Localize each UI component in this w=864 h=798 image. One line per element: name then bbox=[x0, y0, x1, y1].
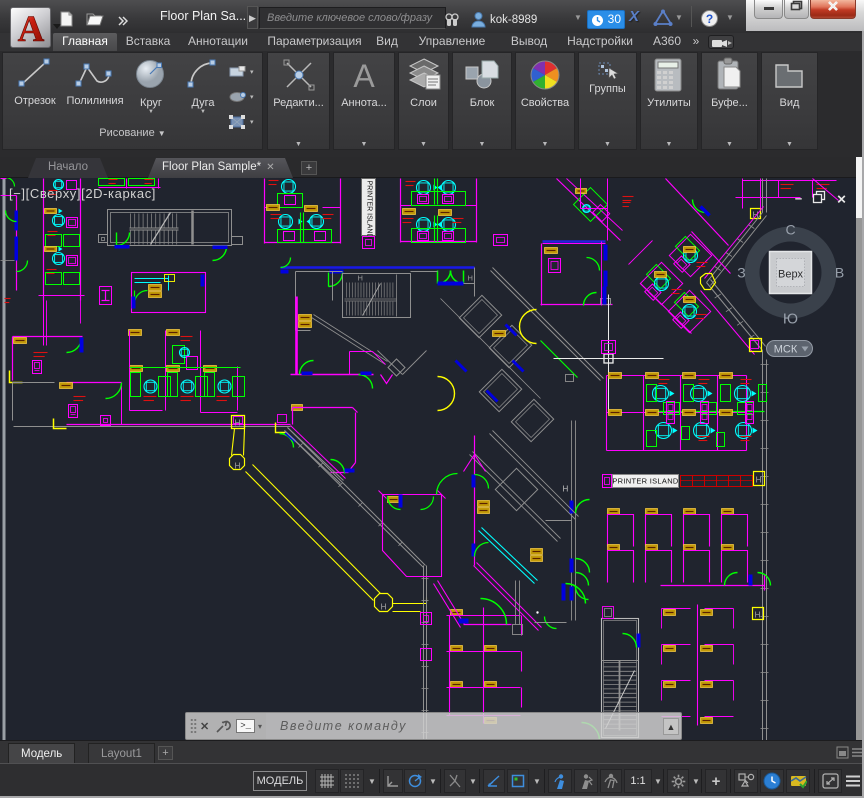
svg-text:С: С bbox=[785, 222, 795, 238]
svg-text:Верх: Верх bbox=[778, 269, 803, 281]
svg-text:H: H bbox=[756, 476, 762, 485]
svg-text:–: – bbox=[795, 191, 802, 206]
svg-text:H: H bbox=[381, 603, 387, 612]
svg-text:З: З bbox=[737, 265, 745, 281]
svg-text:PRINTER ISLAND: PRINTER ISLAND bbox=[366, 181, 373, 239]
svg-text:H: H bbox=[235, 462, 241, 471]
svg-text:МСК: МСК bbox=[774, 344, 798, 356]
svg-text:Ю: Ю bbox=[783, 311, 798, 328]
svg-text:H: H bbox=[755, 611, 761, 620]
svg-text:A: A bbox=[18, 9, 45, 48]
svg-text:A: A bbox=[353, 58, 375, 93]
svg-text:PRINTER ISLAND: PRINTER ISLAND bbox=[612, 477, 679, 486]
svg-text:✕: ✕ bbox=[836, 193, 846, 207]
svg-text:H: H bbox=[563, 485, 569, 494]
svg-text:H: H bbox=[468, 274, 473, 283]
svg-text:В: В bbox=[835, 265, 844, 281]
svg-text:H: H bbox=[235, 419, 241, 428]
svg-text:H: H bbox=[358, 274, 363, 283]
